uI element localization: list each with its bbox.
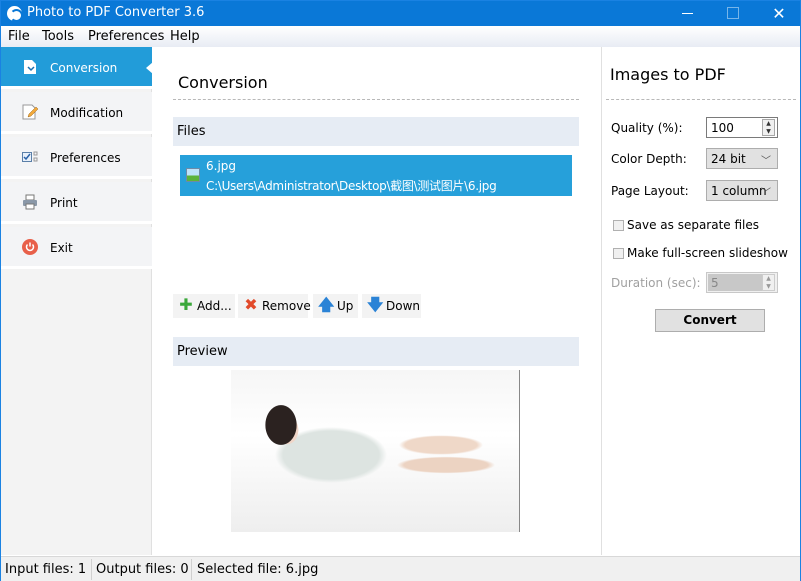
power-icon [22,239,38,255]
quality-value: 100 [711,121,734,135]
preview-section-header: Preview [173,337,579,366]
sidebar-item-label: Exit [50,241,73,255]
page-layout-select[interactable]: 1 column ﹀ [706,180,778,201]
status-input-files: Input files: 1 [5,562,87,577]
slideshow-checkbox[interactable] [613,248,624,259]
quality-spinner[interactable]: 100 ▲ ▼ [706,117,778,138]
quality-label: Quality (%): [611,121,683,135]
sidebar-item-preferences[interactable]: Preferences [1,137,152,179]
files-header-label: Files [177,124,206,139]
status-selected-file: Selected file: 6.jpg [197,562,319,577]
remove-button[interactable]: ✖ Remove [238,294,311,318]
status-separator [91,559,92,580]
add-button-label: Add... [197,299,232,313]
sidebar-item-label: Conversion [50,61,118,75]
image-preview [231,370,520,532]
chevron-down-icon: ﹀ [761,156,771,167]
save-separate-label[interactable]: Save as separate files [627,218,759,232]
file-name: 6.jpg [206,159,237,173]
status-separator [191,559,192,580]
remove-x-icon: ✖ [244,295,258,314]
sidebar-item-exit[interactable]: Exit [1,227,152,269]
duration-value: 5 [711,276,719,290]
sidebar-item-label: Preferences [50,151,121,165]
document-convert-icon [22,59,38,75]
conversion-panel: Conversion Files 6.jpg C:\Users\Administ… [153,47,600,555]
sidebar-item-label: Print [50,196,78,210]
menu-bar: File Tools Preferences Help [1,26,800,47]
color-depth-select[interactable]: 24 bit ﹀ [706,148,778,169]
spinner-arrows-icon[interactable]: ▲ ▼ [762,119,775,136]
duration-label: Duration (sec): [611,276,701,290]
menu-tools[interactable]: Tools [42,29,74,44]
plus-icon: ✚ [179,295,193,314]
options-panel: Images to PDF Quality (%): 100 ▲ ▼ Color … [601,47,800,555]
pencil-document-icon [22,104,39,120]
app-window: Photo to PDF Converter 3.6 ✕ File Tools … [0,0,801,581]
sidebar-item-label: Modification [50,106,124,120]
duration-spinner[interactable]: 5 ▲ ▼ [706,272,778,293]
add-button[interactable]: ✚ Add... [173,294,235,318]
window-title: Photo to PDF Converter 3.6 [27,5,205,20]
arrow-down-icon: 🡇 [367,295,384,314]
page-layout-value: 1 column [711,184,767,198]
maximize-button[interactable] [710,1,756,26]
chevron-down-icon: ﹀ [761,188,771,199]
sidebar-item-conversion[interactable]: Conversion [1,47,153,89]
file-list-item[interactable]: 6.jpg C:\Users\Administrator\Desktop\截图\… [180,155,572,196]
page-layout-label: Page Layout: [611,184,689,198]
arrow-up-icon: 🡅 [318,295,335,314]
divider [606,99,796,100]
sidebar-item-modification[interactable]: Modification [1,92,152,134]
remove-button-label: Remove [262,299,311,313]
file-path: C:\Users\Administrator\Desktop\截图\测试图片\6… [206,179,497,193]
status-bar: Input files: 1 Output files: 0 Selected … [1,556,800,581]
up-button-label: Up [337,299,354,313]
sidebar: Conversion Modification Preferences Prin… [1,47,153,555]
title-bar: Photo to PDF Converter 3.6 ✕ [1,1,800,26]
close-button[interactable]: ✕ [756,1,801,26]
sidebar-item-print[interactable]: Print [1,182,152,224]
down-button-label: Down [386,299,421,313]
move-up-button[interactable]: 🡅 Up [313,294,358,318]
minimize-button[interactable] [664,1,710,26]
checklist-icon [22,149,38,165]
page-title: Conversion [178,73,268,92]
printer-icon [22,194,38,210]
menu-help[interactable]: Help [170,29,200,44]
color-depth-label: Color Depth: [611,152,687,166]
convert-button[interactable]: Convert [655,309,765,332]
divider [173,99,579,100]
files-section-header: Files [173,117,579,146]
app-logo-icon [7,6,23,22]
menu-file[interactable]: File [8,29,30,44]
preview-header-label: Preview [177,344,228,359]
color-depth-value: 24 bit [711,152,746,166]
move-down-button[interactable]: 🡇 Down [362,294,421,318]
slideshow-label[interactable]: Make full-screen slideshow [627,246,788,260]
save-separate-checkbox[interactable] [613,220,624,231]
status-output-files: Output files: 0 [96,562,189,577]
spinner-arrows-icon[interactable]: ▲ ▼ [762,274,775,291]
options-title: Images to PDF [610,65,726,84]
menu-preferences[interactable]: Preferences [88,29,164,44]
image-file-icon [186,168,200,182]
